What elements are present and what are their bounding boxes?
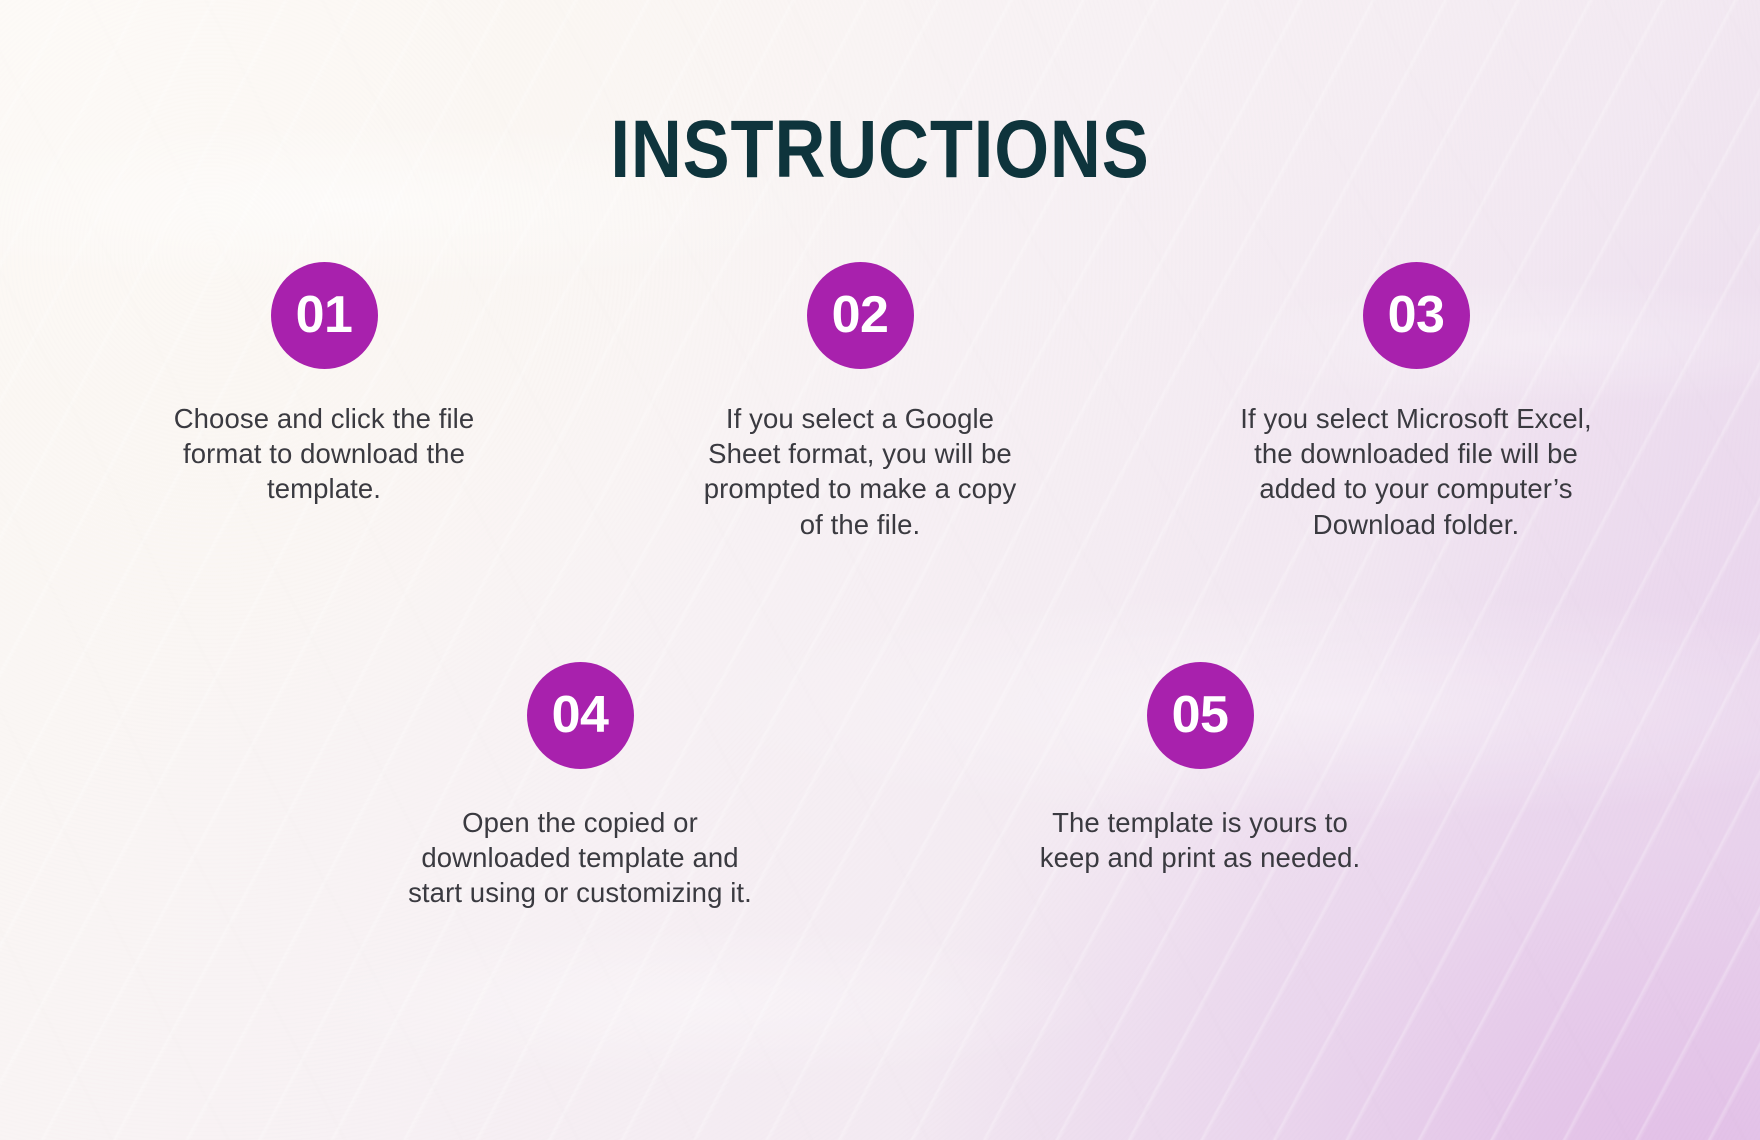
- instructions-poster: INSTRUCTIONS 01 Choose and click the fil…: [0, 0, 1760, 1140]
- step-05: 05 The template is yours to keep and pri…: [960, 662, 1440, 911]
- step-description-03: If you select Microsoft Excel, the downl…: [1240, 403, 1592, 540]
- step-number-badge-05: 05: [1146, 662, 1254, 769]
- step-description-02: If you select a Google Sheet format, you…: [703, 403, 1017, 540]
- step-01: 01 Choose and click the file format to d…: [84, 262, 564, 542]
- step-number-badge-04: 04: [526, 662, 634, 769]
- step-02: 02 If you select a Google Sheet format, …: [620, 262, 1100, 542]
- step-number-badge-03: 03: [1362, 262, 1470, 369]
- step-number-badge-02: 02: [806, 262, 914, 369]
- page-title: INSTRUCTIONS: [610, 103, 1150, 195]
- step-number-label: 05: [1171, 685, 1229, 744]
- step-04: 04 Open the copied or downloaded templat…: [320, 662, 840, 911]
- step-number-badge-01: 01: [270, 262, 378, 369]
- step-number-label: 03: [1387, 285, 1445, 344]
- step-03: 03 If you select Microsoft Excel, the do…: [1156, 262, 1676, 542]
- step-number-label: 02: [831, 285, 889, 344]
- step-description-05: The template is yours to keep and print …: [1039, 807, 1361, 874]
- step-description-01: Choose and click the file format to down…: [173, 403, 475, 505]
- step-number-label: 01: [295, 285, 353, 344]
- step-description-04: Open the copied or downloaded template a…: [408, 807, 752, 909]
- steps-row-bottom: 04 Open the copied or downloaded templat…: [290, 662, 1470, 911]
- step-number-label: 04: [551, 685, 609, 744]
- steps-row-top: 01 Choose and click the file format to d…: [70, 262, 1690, 542]
